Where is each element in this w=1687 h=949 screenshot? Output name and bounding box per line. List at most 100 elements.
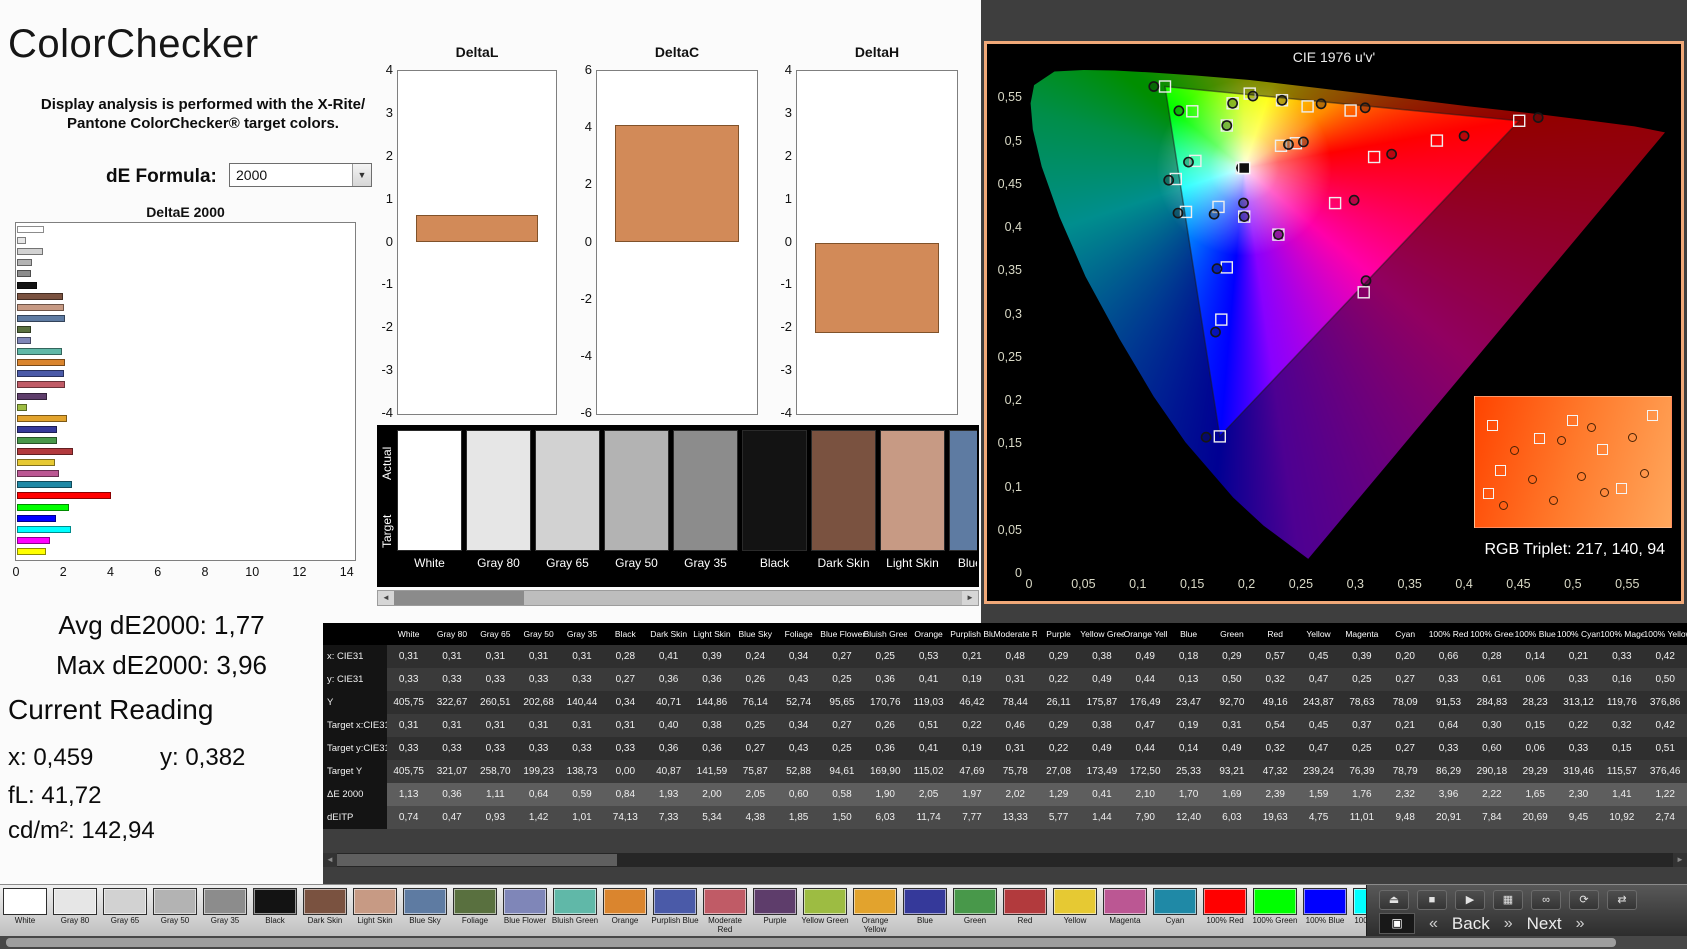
toolbar-patch-red[interactable]: Red <box>1000 885 1050 937</box>
column-header-100-red: 100% Red <box>1427 623 1470 645</box>
column-header-100-yellow: 100% Yellow <box>1644 623 1687 645</box>
table-cell: 78,79 <box>1384 760 1427 783</box>
inset-target-square <box>1487 420 1498 431</box>
swatch-actual-half <box>605 431 668 491</box>
table-cell: 52,74 <box>777 691 820 714</box>
toolbar-patch-black[interactable]: Black <box>250 885 300 937</box>
page-scrollbar[interactable] <box>0 936 1687 949</box>
dc-delta-bar <box>615 125 739 242</box>
scroll-right-arrow-icon[interactable]: ► <box>962 591 978 605</box>
toolbar-patch-white[interactable]: White <box>0 885 50 937</box>
toolbar-patch-gray-35[interactable]: Gray 35 <box>200 885 250 937</box>
toolbar-patch-gray-65[interactable]: Gray 65 <box>100 885 150 937</box>
table-cell: 0,43 <box>777 668 820 691</box>
toolbar-patch-blue-sky[interactable]: Blue Sky <box>400 885 450 937</box>
table-cell: 0,33 <box>430 737 473 760</box>
scrollbar-thumb[interactable] <box>6 938 1616 947</box>
toolbar-patch-100-red[interactable]: 100% Red <box>1200 885 1250 937</box>
scroll-right-arrow-icon[interactable]: ► <box>1673 853 1687 867</box>
table-scrollbar[interactable]: ◄ ► <box>323 853 1687 867</box>
toolbar-patch-blue-flower[interactable]: Blue Flower <box>500 885 550 937</box>
table-cell: 5,34 <box>690 806 733 829</box>
toolbar-patch-bluish-green[interactable]: Bluish Green <box>550 885 600 937</box>
axis-tick-label: 0,25 <box>998 350 1022 364</box>
stop-button[interactable]: ■ <box>1417 890 1447 910</box>
swatch-color-block <box>949 430 977 551</box>
swatch-strip-scrollbar[interactable]: ◄ ► <box>377 590 979 606</box>
toolbar-patch-yellow-green[interactable]: Yellow Green <box>800 885 850 937</box>
dl-delta-bar <box>416 215 538 243</box>
toolbar-patch-light-skin[interactable]: Light Skin <box>350 885 400 937</box>
toolbar-patch-purplish-blue[interactable]: Purplish Blue <box>650 885 700 937</box>
scroll-left-arrow-icon[interactable]: ◄ <box>323 853 337 867</box>
play-button[interactable]: ▶ <box>1455 890 1485 910</box>
chevrons-left-icon[interactable]: « <box>1429 915 1438 933</box>
sync-button[interactable]: ⇄ <box>1607 890 1637 910</box>
scrollbar-thumb[interactable] <box>394 591 524 605</box>
table-cell: 0,49 <box>1210 737 1253 760</box>
toolbar-patch-green[interactable]: Green <box>950 885 1000 937</box>
toolbar-patch-dark-skin[interactable]: Dark Skin <box>300 885 350 937</box>
patch-label: Gray 65 <box>100 916 150 934</box>
swatch-actual-half <box>950 431 977 491</box>
table-row-y-cie31: y: CIE310,330,330,330,330,330,270,360,36… <box>323 668 1687 691</box>
toolbar-patch-foliage[interactable]: Foliage <box>450 885 500 937</box>
table-row-target-y-cie31: Target y:CIE310,330,330,330,330,330,330,… <box>323 737 1687 760</box>
strip-swatch-white: White <box>397 430 462 585</box>
scroll-left-arrow-icon[interactable]: ◄ <box>378 591 394 605</box>
table-cell: 9,48 <box>1384 806 1427 829</box>
patch-color-swatch <box>703 888 747 915</box>
continuous-measure-button[interactable]: ∞ <box>1531 890 1561 910</box>
table-cell: 0,27 <box>734 737 777 760</box>
de2000-bar-yellow <box>17 459 55 466</box>
inset-measured-circle <box>1557 436 1566 445</box>
toolbar-patch-100-cyan[interactable]: 100% Cyan <box>1350 885 1366 937</box>
table-cell: 0,13 <box>1167 668 1210 691</box>
toolbar-patch-gray-50[interactable]: Gray 50 <box>150 885 200 937</box>
table-cell: 0,21 <box>1557 645 1600 668</box>
table-cell: 199,23 <box>517 760 560 783</box>
table-corner-cell <box>323 623 387 645</box>
eject-button[interactable]: ⏏ <box>1379 890 1409 910</box>
table-cell: 0,31 <box>560 714 603 737</box>
toolbar-patch-purple[interactable]: Purple <box>750 885 800 937</box>
swatch-target-half <box>881 491 944 551</box>
deltaH-chart-title: DeltaH <box>796 44 958 60</box>
de-formula-select[interactable]: 2000 ▼ <box>229 163 372 187</box>
toolbar-patch-blue[interactable]: Blue <box>900 885 950 937</box>
axis-tick-label: 8 <box>202 565 209 579</box>
next-button[interactable]: Next <box>1527 914 1562 934</box>
display-mode-button[interactable]: ▣ <box>1379 913 1415 934</box>
scrollbar-thumb[interactable] <box>337 854 617 866</box>
toolbar-patch-orange-yellow[interactable]: Orange Yellow <box>850 885 900 937</box>
pattern-grid-button[interactable]: ▦ <box>1493 890 1523 910</box>
loop-button[interactable]: ⟳ <box>1569 890 1599 910</box>
table-cell: 75,87 <box>734 760 777 783</box>
chevrons-right-end-icon[interactable]: » <box>1576 915 1585 933</box>
toolbar-patch-100-green[interactable]: 100% Green <box>1250 885 1300 937</box>
table-cell: 1,42 <box>517 806 560 829</box>
table-cell: 0,31 <box>560 645 603 668</box>
inset-target-square <box>1647 410 1658 421</box>
toolbar-patch-orange[interactable]: Orange <box>600 885 650 937</box>
chevrons-right-icon[interactable]: » <box>1504 915 1513 933</box>
de2000-bar-purple <box>17 393 47 400</box>
table-cell: 1,44 <box>1080 806 1123 829</box>
table-cell: 78,09 <box>1384 691 1427 714</box>
toolbar-patch-gray-80[interactable]: Gray 80 <box>50 885 100 937</box>
toolbar-patch-moderate-red[interactable]: Moderate Red <box>700 885 750 937</box>
cie-inset-magnifier <box>1474 396 1672 528</box>
table-cell: 0,54 <box>1254 714 1297 737</box>
toolbar-patch-magenta[interactable]: Magenta <box>1100 885 1150 937</box>
inset-target-square <box>1483 488 1494 499</box>
table-cell: 176,49 <box>1124 691 1167 714</box>
toolbar-patch-100-blue[interactable]: 100% Blue <box>1300 885 1350 937</box>
table-cell: 319,46 <box>1557 760 1600 783</box>
table-cell: 0,49 <box>1080 668 1123 691</box>
swatch-actual-half <box>881 431 944 491</box>
table-cell: 0,34 <box>604 691 647 714</box>
table-cell: 376,86 <box>1644 691 1687 714</box>
back-button[interactable]: Back <box>1452 914 1490 934</box>
toolbar-patch-cyan[interactable]: Cyan <box>1150 885 1200 937</box>
toolbar-patch-yellow[interactable]: Yellow <box>1050 885 1100 937</box>
